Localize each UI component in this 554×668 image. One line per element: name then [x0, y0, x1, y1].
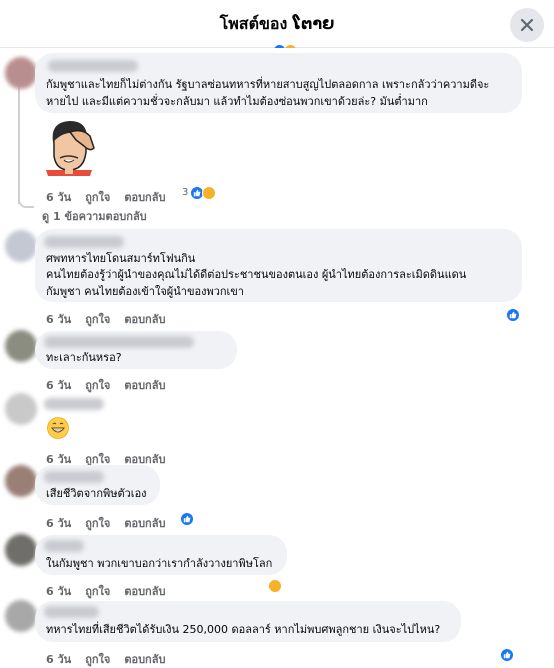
thread-curve	[18, 196, 34, 208]
comment-time[interactable]: 6 วัน	[46, 517, 71, 530]
comment-time[interactable]: 6 วัน	[46, 585, 71, 598]
comment-text-line: เสียชีวิตจากพิษตัวเอง	[46, 487, 147, 500]
avatar[interactable]	[5, 465, 37, 497]
commenter-name[interactable]	[44, 471, 104, 483]
like-button[interactable]: ถูกใจ	[85, 191, 110, 204]
post-reactions	[274, 41, 300, 48]
dialog-title: โพสต์ของ ໂຕາຍ	[219, 14, 335, 33]
commenter-name[interactable]	[48, 60, 138, 72]
comment-actions: 6 วัน ถูกใจ ตอบกลับ	[46, 310, 179, 328]
close-icon	[520, 18, 534, 32]
like-button[interactable]: ถูกใจ	[85, 653, 110, 666]
comment-actions: 6 วัน ถูกใจ ตอบกลับ	[46, 376, 179, 394]
comment-text-line: หายไป และมีแต่ความชั่วจะกลับมา แล้วทำไมต…	[46, 95, 428, 108]
grinning-emoji	[47, 417, 69, 439]
haha-icon	[268, 579, 282, 593]
comment-text-line: กัมพูชา คนไทยต้องเข้าใจผู้นำของพวกเขา	[46, 285, 244, 298]
haha-icon	[202, 186, 216, 200]
reply-button[interactable]: ตอบกลับ	[124, 379, 165, 392]
comment-text-line: ทหารไทยที่เสียชีวิตได้รับเงิน 250,000 ดอ…	[46, 623, 441, 636]
reply-button[interactable]: ตอบกลับ	[124, 585, 165, 598]
comment-text-line: ในกัมพูชา พวกเขาบอกว่าเรากำลังวางยาพิษโล…	[46, 557, 273, 570]
comment-text-line: กัมพูชาและไทยก็ไม่ต่างกัน รัฐบาลซ่อนทหาร…	[46, 78, 490, 91]
reply-button[interactable]: ตอบกลับ	[124, 191, 165, 204]
commenter-name[interactable]	[44, 398, 104, 410]
like-button[interactable]: ถูกใจ	[85, 313, 110, 326]
reply-button[interactable]: ตอบกลับ	[124, 517, 165, 530]
avatar[interactable]	[5, 393, 37, 425]
comment-actions: 6 วัน ถูกใจ ตอบกลับ	[46, 514, 179, 532]
facepalm-sticker	[46, 121, 95, 176]
reply-button[interactable]: ตอบกลับ	[124, 653, 165, 666]
like-icon	[274, 45, 285, 48]
haha-icon	[285, 45, 296, 48]
close-button[interactable]	[510, 8, 544, 42]
view-replies-link[interactable]: ดู 1 ข้อความตอบกลับ	[42, 207, 147, 225]
comment-text-line: ศพทหารไทยโดนสมาร์ทโฟนกิน	[46, 252, 196, 265]
like-button[interactable]: ถูกใจ	[85, 585, 110, 598]
like-icon	[500, 648, 514, 662]
avatar[interactable]	[5, 600, 37, 632]
comment-time[interactable]: 6 วัน	[46, 379, 71, 392]
like-icon	[506, 308, 520, 322]
avatar[interactable]	[5, 534, 37, 566]
comment-time[interactable]: 6 วัน	[46, 653, 71, 666]
reaction-count[interactable]: 3	[182, 187, 188, 198]
comment-actions: 6 วัน ถูกใจ ตอบกลับ	[46, 188, 179, 206]
comment-time[interactable]: 6 วัน	[46, 191, 71, 204]
comment-actions: 6 วัน ถูกใจ ตอบกลับ	[46, 582, 179, 600]
commenter-name[interactable]	[44, 336, 194, 348]
comment-actions: 6 วัน ถูกใจ ตอบกลับ	[46, 650, 179, 668]
comment-text-line: คนไทยต้องรู้ว่าผู้นำของคุณไม่ได้ดีต่อประ…	[46, 268, 467, 281]
like-button[interactable]: ถูกใจ	[85, 379, 110, 392]
commenter-name[interactable]	[44, 540, 84, 552]
comment-text-line: ทะเลาะกันหรอ?	[46, 351, 122, 364]
like-icon	[180, 512, 194, 526]
like-button[interactable]: ถูกใจ	[85, 517, 110, 530]
avatar[interactable]	[5, 330, 37, 362]
comment-time[interactable]: 6 วัน	[46, 313, 71, 326]
commenter-name[interactable]	[44, 236, 124, 248]
avatar[interactable]	[5, 230, 37, 262]
reply-button[interactable]: ตอบกลับ	[124, 313, 165, 326]
dialog-header: โพสต์ของ ໂຕາຍ	[0, 0, 554, 48]
avatar[interactable]	[5, 57, 37, 89]
commenter-name[interactable]	[44, 606, 99, 618]
